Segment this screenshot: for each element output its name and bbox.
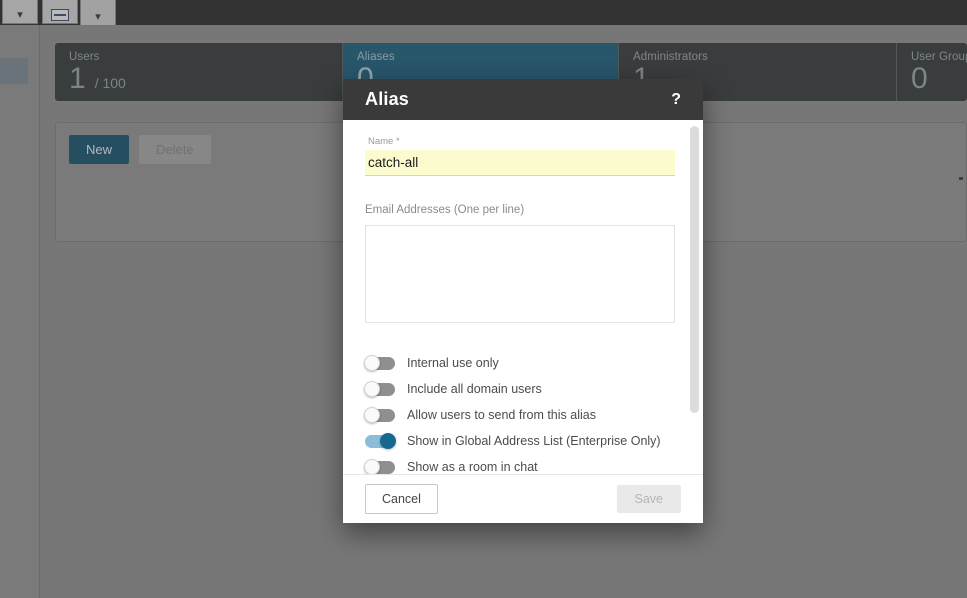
cancel-button[interactable]: Cancel <box>365 484 438 514</box>
toggle-row-allow-users-send: Allow users to send from this alias <box>364 402 681 428</box>
name-input[interactable] <box>365 150 675 176</box>
toggle-include-all-domain-users[interactable] <box>364 381 395 397</box>
toggle-knob <box>380 433 396 449</box>
toggle-list: Internal use only Include all domain use… <box>364 350 681 474</box>
dialog-footer: Cancel Save <box>343 474 703 523</box>
name-field-label-text: Name <box>368 136 394 147</box>
dialog-scrollbar[interactable] <box>690 126 699 474</box>
toggle-knob <box>364 407 380 423</box>
alias-dialog: Alias ? Name * Email Addresses (One per … <box>343 79 703 523</box>
toggle-knob <box>364 381 380 397</box>
save-button[interactable]: Save <box>616 485 681 513</box>
toggle-label: Show as a room in chat <box>407 460 538 474</box>
toggle-row-include-all-domain-users: Include all domain users <box>364 376 681 402</box>
toggle-knob <box>364 459 380 474</box>
name-field-label: Name * <box>368 136 400 147</box>
help-icon[interactable]: ? <box>665 89 687 111</box>
toggle-label: Show in Global Address List (Enterprise … <box>407 434 661 448</box>
toggle-row-show-in-gal: Show in Global Address List (Enterprise … <box>365 428 681 454</box>
toggle-label: Internal use only <box>407 356 499 370</box>
emails-field-label: Email Addresses (One per line) <box>365 204 525 216</box>
toggle-knob <box>364 355 380 371</box>
emails-textarea[interactable] <box>365 225 675 323</box>
name-field-wrap: Name * <box>365 136 681 176</box>
dialog-body: Name * Email Addresses (One per line) In… <box>343 120 703 474</box>
toggle-show-as-room-in-chat[interactable] <box>364 459 395 474</box>
toggle-show-in-global-address-list[interactable] <box>365 433 396 449</box>
toggle-internal-use-only[interactable] <box>364 355 395 371</box>
dialog-titlebar: Alias ? <box>343 79 703 120</box>
dialog-scrollbar-thumb[interactable] <box>690 126 699 413</box>
emails-field-wrap: Email Addresses (One per line) <box>365 204 681 328</box>
required-asterisk: * <box>393 136 400 147</box>
toggle-label: Include all domain users <box>407 382 542 396</box>
toggle-row-internal-use-only: Internal use only <box>364 350 681 376</box>
dialog-title: Alias <box>365 89 410 109</box>
toggle-allow-users-send-from-alias[interactable] <box>364 407 395 423</box>
toggle-label: Allow users to send from this alias <box>407 408 596 422</box>
toggle-row-show-as-room-in-chat: Show as a room in chat <box>364 454 681 474</box>
